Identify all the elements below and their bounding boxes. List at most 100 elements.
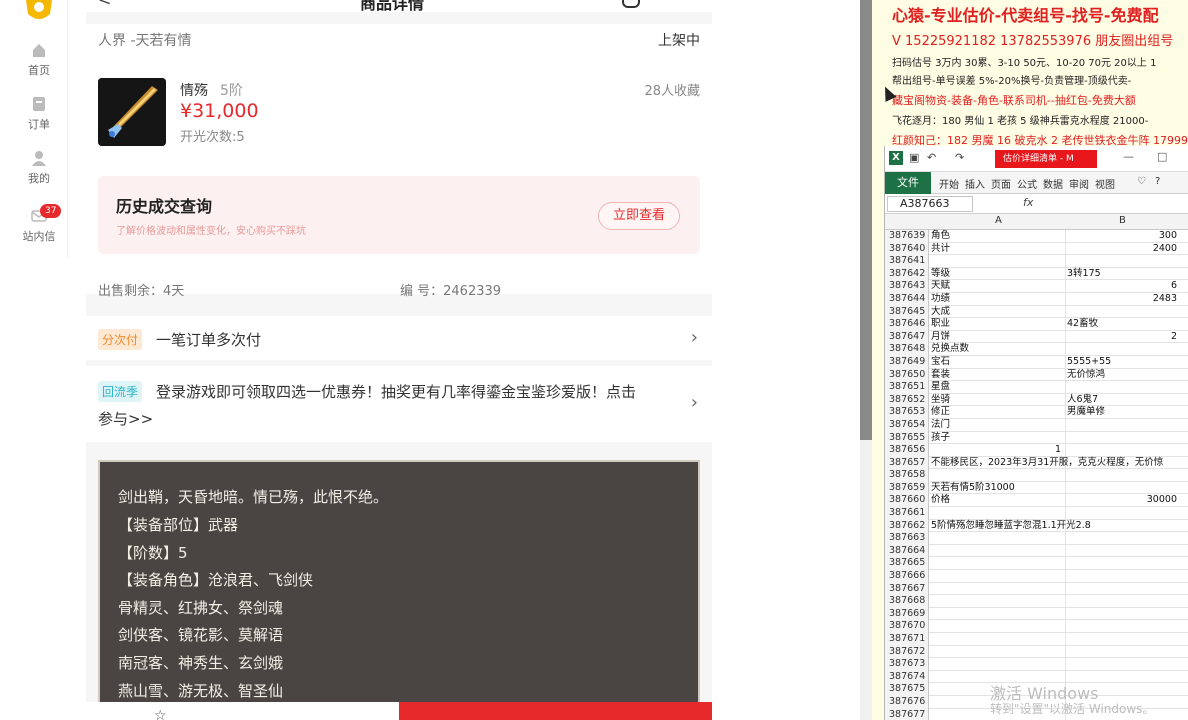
table-row[interactable]: 387660 价格 30000: [885, 494, 1188, 508]
table-row[interactable]: 387663: [885, 532, 1188, 545]
help-icon[interactable]: ?: [1155, 176, 1160, 187]
row-number[interactable]: 387662: [885, 519, 929, 533]
table-row[interactable]: 387669: [885, 607, 1188, 621]
cell-a[interactable]: 宝石: [931, 356, 950, 368]
share-icon[interactable]: [622, 0, 640, 8]
row-number[interactable]: 387660: [885, 494, 929, 508]
row-number[interactable]: 387671: [885, 633, 929, 646]
row-number[interactable]: 387653: [885, 406, 929, 419]
row-number[interactable]: 387667: [885, 582, 929, 596]
table-row[interactable]: 387643 天赋 6: [885, 280, 1188, 293]
save-icon[interactable]: ▣: [909, 151, 919, 164]
table-row[interactable]: 387664: [885, 544, 1188, 558]
cell-a[interactable]: 套装: [931, 369, 950, 381]
column-header-a[interactable]: A: [995, 215, 1002, 226]
cell-a[interactable]: 等级: [931, 268, 950, 280]
table-row[interactable]: 387651 星盘: [885, 381, 1188, 394]
table-row[interactable]: 387666: [885, 570, 1188, 583]
row-number[interactable]: 387657: [885, 456, 929, 470]
cell-a[interactable]: 法门: [931, 419, 950, 431]
row-number[interactable]: 387647: [885, 330, 929, 344]
cell-b-value[interactable]: 2400: [1153, 243, 1177, 255]
cell-a[interactable]: 大成: [931, 306, 950, 318]
row-number[interactable]: 387650: [885, 368, 929, 382]
table-row[interactable]: 387656 1: [885, 444, 1188, 457]
cell-a[interactable]: 共计: [931, 243, 950, 255]
cell-a[interactable]: 孩子: [931, 432, 950, 444]
cell-a[interactable]: 职业: [931, 318, 950, 330]
table-row[interactable]: 387647 月饼 2: [885, 330, 1188, 344]
row-number[interactable]: 387656: [885, 444, 929, 457]
column-header-b[interactable]: B: [1119, 215, 1126, 226]
nav-item-mine[interactable]: 我的: [10, 150, 68, 186]
ribbon-tab[interactable]: 插入: [965, 176, 985, 191]
row-number[interactable]: 387676: [885, 695, 929, 709]
cell-a[interactable]: 兑换点数: [931, 343, 969, 355]
cell-a[interactable]: 星盘: [931, 381, 950, 393]
minimize-icon[interactable]: —: [1123, 150, 1134, 163]
row-number[interactable]: 387674: [885, 670, 929, 684]
cell-b-value[interactable]: 30000: [1147, 494, 1177, 506]
cell-a[interactable]: 月饼: [931, 331, 950, 343]
cell-b[interactable]: 3转175: [1067, 268, 1101, 280]
file-tab[interactable]: 文件: [885, 172, 931, 194]
table-row[interactable]: 387655 孩子: [885, 431, 1188, 445]
maximize-icon[interactable]: □: [1157, 150, 1167, 163]
table-row[interactable]: 387649 宝石 5555+55: [885, 355, 1188, 369]
row-number[interactable]: 387652: [885, 393, 929, 407]
cell-a[interactable]: 天赋: [931, 280, 950, 292]
nav-item-messages[interactable]: 37 站内信: [10, 204, 68, 244]
cell-a[interactable]: 天若有情5阶31000: [931, 482, 1015, 494]
row-number[interactable]: 387655: [885, 431, 929, 445]
row-number[interactable]: 387677: [885, 708, 929, 720]
cell-a[interactable]: 修正: [931, 406, 950, 418]
row-number[interactable]: 387672: [885, 645, 929, 659]
ribbon-tab[interactable]: 审阅: [1069, 176, 1089, 191]
row-number[interactable]: 387649: [885, 355, 929, 369]
undo-icon[interactable]: ↶: [927, 151, 936, 164]
table-row[interactable]: 387644 功绩 2483: [885, 292, 1188, 306]
row-number[interactable]: 387669: [885, 607, 929, 621]
row-number[interactable]: 387654: [885, 418, 929, 432]
table-row[interactable]: 387642 等级 3转175: [885, 267, 1188, 281]
ribbon-tab[interactable]: 视图: [1095, 176, 1115, 191]
cell-a[interactable]: 坐骑: [931, 394, 950, 406]
nav-item-orders[interactable]: 订单: [10, 96, 68, 132]
row-number[interactable]: 387644: [885, 292, 929, 306]
redo-icon[interactable]: ↷: [955, 151, 964, 164]
row-number[interactable]: 387641: [885, 255, 929, 268]
fx-label[interactable]: fx: [1023, 196, 1033, 209]
row-number[interactable]: 387642: [885, 267, 929, 281]
sheet-grid[interactable]: 387639 角色 300 387640 共计 2400 387641 387642 等级 3转1…: [885, 230, 1188, 720]
row-number[interactable]: 387639: [885, 230, 929, 243]
table-row[interactable]: 387646 职业 42畜牧: [885, 318, 1188, 331]
ribbon-tab[interactable]: 页面: [991, 176, 1011, 191]
table-row[interactable]: 387641: [885, 255, 1188, 268]
ribbon-tab[interactable]: 公式: [1017, 176, 1037, 191]
cell-b[interactable]: 无价惊鸿: [1067, 369, 1105, 381]
table-row[interactable]: 387639 角色 300: [885, 230, 1188, 243]
table-row[interactable]: 387668: [885, 595, 1188, 608]
row-number[interactable]: 387663: [885, 532, 929, 545]
view-history-button[interactable]: 立即查看: [598, 202, 680, 230]
table-row[interactable]: 387661: [885, 507, 1188, 520]
cell-a-value[interactable]: 1: [1055, 444, 1061, 456]
row-number[interactable]: 387670: [885, 620, 929, 633]
cell-b-value[interactable]: 2: [1171, 331, 1177, 343]
table-row[interactable]: 387645 大成: [885, 305, 1188, 319]
cell-b[interactable]: 人6鬼7: [1067, 394, 1098, 406]
row-number[interactable]: 387668: [885, 595, 929, 608]
cell-b[interactable]: 42畜牧: [1067, 318, 1098, 330]
table-row[interactable]: 387654 法门: [885, 418, 1188, 432]
table-row[interactable]: 387662 5阶情殇忽睡忽睡蓝字忽混1.1开光2.8: [885, 519, 1188, 533]
row-number[interactable]: 387666: [885, 570, 929, 583]
row-number[interactable]: 387646: [885, 318, 929, 331]
table-row[interactable]: 387672: [885, 645, 1188, 659]
row-number[interactable]: 387645: [885, 305, 929, 319]
cell-a[interactable]: 不能移民区，2023年3月31开服，克克火程度，无价惊: [931, 457, 1163, 469]
table-row[interactable]: 387658: [885, 469, 1188, 482]
buy-button[interactable]: [399, 702, 712, 720]
table-row[interactable]: 387640 共计 2400: [885, 242, 1188, 256]
cell-b-value[interactable]: 300: [1159, 230, 1177, 242]
nav-item-home[interactable]: 首页: [10, 42, 68, 78]
